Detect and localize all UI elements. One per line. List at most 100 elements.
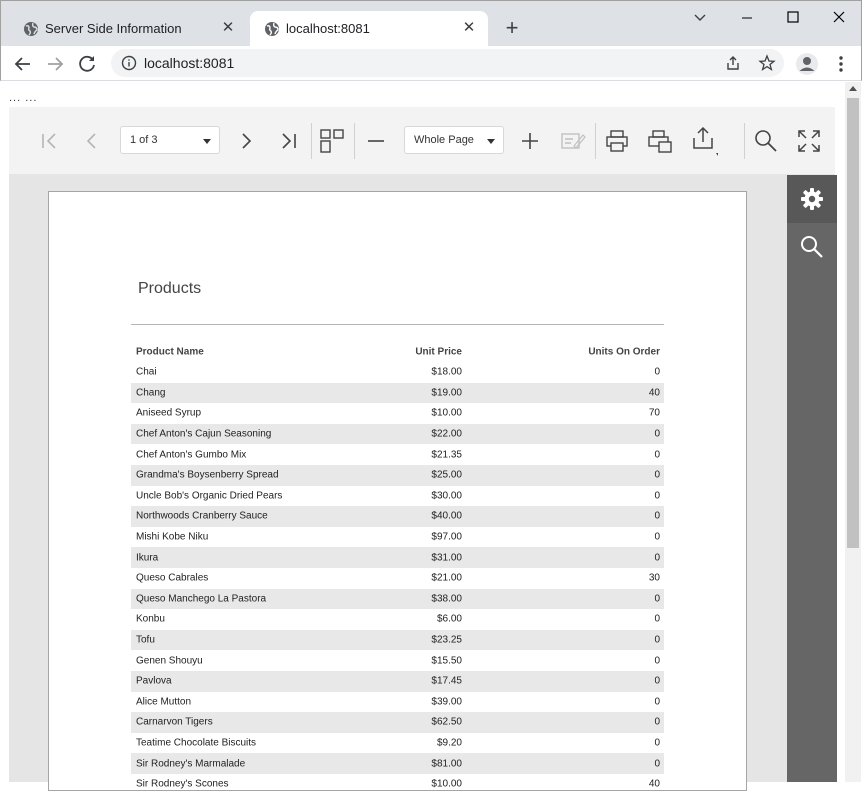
unit-price-cell: $10.00 [431, 778, 462, 790]
fullscreen-icon [798, 130, 820, 152]
unit-price-cell: $21.35 [431, 449, 462, 461]
units-on-order-cell: 0 [654, 613, 660, 625]
unit-price-cell: $21.00 [431, 572, 462, 584]
multipage-icon [320, 129, 344, 153]
editing-fields-button[interactable] [559, 127, 587, 155]
chevron-left-icon [86, 133, 96, 149]
zoom-selector[interactable]: Whole Page [404, 126, 504, 154]
minimize-button[interactable] [724, 5, 770, 31]
units-on-order-cell: 0 [654, 449, 660, 461]
units-on-order-cell: 30 [648, 572, 660, 584]
browser-address-bar: localhost:8081 [0, 46, 862, 81]
parameters-tab[interactable] [787, 175, 837, 223]
units-on-order-cell: 0 [654, 469, 660, 481]
product-name-cell: Genen Shouyu [136, 655, 203, 667]
search-tab[interactable] [787, 223, 837, 271]
profile-button[interactable] [793, 50, 821, 78]
unit-price-cell: $97.00 [431, 531, 462, 543]
search-icon [755, 130, 777, 152]
scrollbar-thumb[interactable] [847, 98, 859, 548]
print-page-button[interactable] [646, 127, 674, 155]
units-on-order-cell: 0 [654, 593, 660, 605]
star-icon[interactable] [758, 54, 776, 72]
first-page-button[interactable] [35, 127, 63, 155]
url-text: localhost:8081 [144, 55, 235, 71]
close-icon[interactable]: ✕ [219, 19, 237, 37]
multipage-toggle-button[interactable] [318, 127, 346, 155]
close-icon[interactable]: ✕ [460, 19, 478, 37]
document-viewer[interactable]: Products Product Name Unit Price Units O… [9, 175, 787, 791]
tab-title: Server Side Information [45, 21, 182, 36]
table-row: Queso Cabrales $21.00 30 [131, 568, 664, 589]
column-header-units-on-order: Units On Order [588, 346, 660, 358]
product-name-cell: Queso Manchego La Pastora [136, 593, 267, 605]
units-on-order-cell: 0 [654, 510, 660, 522]
units-on-order-cell: 0 [654, 634, 660, 646]
fullscreen-button[interactable] [795, 127, 823, 155]
page-selector[interactable]: 1 of 3 [120, 126, 220, 154]
product-name-cell: Chef Anton's Gumbo Mix [136, 449, 247, 461]
next-page-button[interactable] [232, 127, 260, 155]
more-vert-icon [839, 56, 843, 72]
toolbar-divider [311, 123, 312, 159]
unit-price-cell: $18.00 [431, 366, 462, 378]
address-input[interactable]: localhost:8081 [111, 49, 784, 77]
zoom-selector-value: Whole Page [414, 134, 474, 146]
product-name-cell: Grandma's Boysenberry Spread [136, 469, 279, 481]
browser-tab-bar: Server Side Information ✕ localhost:8081… [0, 0, 862, 47]
browser-menu-button[interactable] [827, 50, 855, 78]
unit-price-cell: $22.00 [431, 428, 462, 440]
maximize-button[interactable] [770, 5, 816, 31]
table-row: Pavlova $17.45 0 [131, 670, 664, 692]
product-name-cell: Mishi Kobe Niku [136, 531, 209, 543]
info-icon [121, 55, 137, 71]
minimize-icon [742, 17, 752, 19]
table-header-row: Product Name Unit Price Units On Order [131, 342, 664, 362]
new-tab-button[interactable]: + [498, 15, 526, 43]
last-page-icon [282, 133, 296, 149]
units-on-order-cell: 0 [654, 531, 660, 543]
unit-price-cell: $6.00 [436, 613, 462, 625]
tab-search-button[interactable] [678, 5, 724, 31]
toolbar-divider [595, 123, 596, 159]
units-on-order-cell: 0 [654, 490, 660, 502]
table-row: Uncle Bob's Organic Dried Pears $30.00 0 [131, 486, 664, 507]
tab-title: localhost:8081 [286, 21, 370, 36]
share-icon[interactable] [724, 54, 742, 72]
page-scrollbar[interactable] [845, 82, 861, 782]
forward-button[interactable] [41, 50, 69, 78]
zoom-in-button[interactable] [516, 127, 544, 155]
toolbar-divider [744, 123, 745, 159]
units-on-order-cell: 0 [654, 655, 660, 667]
product-name-cell: Chai [136, 366, 157, 378]
browser-tab-localhost[interactable]: localhost:8081 ✕ [250, 11, 488, 47]
back-button[interactable] [9, 50, 37, 78]
table-row: Ikura $31.00 0 [131, 547, 664, 568]
product-name-cell: Tofu [136, 634, 155, 646]
column-header-unit-price: Unit Price [415, 346, 462, 358]
prev-page-button[interactable] [78, 127, 106, 155]
unit-price-cell: $17.45 [431, 675, 462, 687]
reload-button[interactable] [73, 50, 101, 78]
print-icon [606, 130, 628, 152]
unit-price-cell: $30.00 [431, 490, 462, 502]
window-close-button[interactable] [816, 5, 862, 31]
units-on-order-cell: 70 [648, 407, 660, 419]
search-button[interactable] [752, 127, 780, 155]
units-on-order-cell: 0 [654, 428, 660, 440]
product-name-cell: Chang [136, 387, 166, 399]
unit-price-cell: $10.00 [431, 407, 462, 419]
table-row: Sir Rodney's Marmalade $81.00 0 [131, 753, 664, 774]
globe-icon [265, 22, 279, 36]
table-row: Chef Anton's Cajun Seasoning $22.00 0 [131, 423, 664, 445]
print-button[interactable] [603, 127, 631, 155]
zoom-out-button[interactable] [362, 127, 390, 155]
browser-tab-server-side-information[interactable]: Server Side Information ✕ [9, 11, 247, 47]
unit-price-cell: $9.20 [436, 737, 462, 749]
print-page-icon [648, 130, 672, 153]
product-name-cell: Aniseed Syrup [136, 407, 202, 419]
scroll-up-arrow-icon[interactable] [849, 86, 857, 91]
page-content: ... ... 1 of 3 Whole Page Products Produ… [1, 82, 861, 791]
last-page-button[interactable] [275, 127, 303, 155]
export-button[interactable] [690, 126, 718, 156]
